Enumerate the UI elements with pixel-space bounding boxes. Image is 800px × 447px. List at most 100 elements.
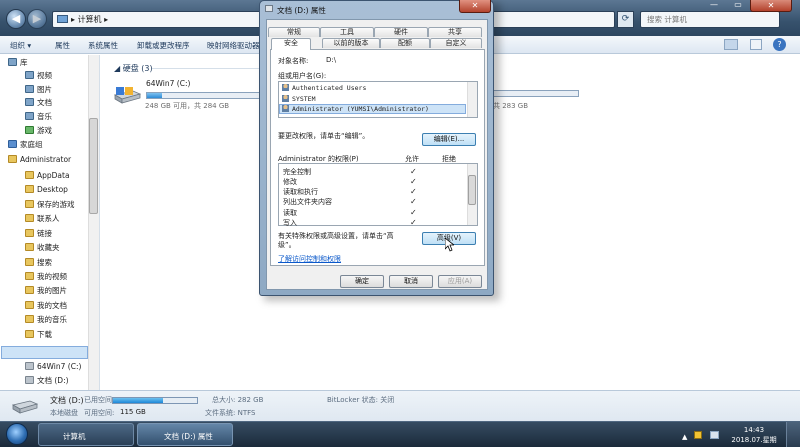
drive-d-icon <box>12 400 38 414</box>
uninstall-program-button[interactable]: 卸载或更改程序 <box>137 40 190 51</box>
nav-item[interactable]: 音乐 <box>25 111 52 123</box>
tab-security[interactable]: 安全 <box>271 38 311 50</box>
users-scrollbar[interactable] <box>467 82 477 117</box>
nav-item[interactable]: Administrator <box>8 154 71 166</box>
nav-item[interactable]: Desktop <box>25 184 68 196</box>
status-type: 本地磁盘 <box>50 409 78 417</box>
nav-item-label: 库 <box>20 58 28 67</box>
drive-c-name[interactable]: 64Win7 (C:) <box>146 79 190 88</box>
tab-tools[interactable]: 工具 <box>320 27 374 37</box>
nav-item[interactable]: 我的视频 <box>25 271 67 283</box>
nav-item[interactable]: AppData <box>25 170 70 182</box>
status-filesystem: 文件系统: NTFS <box>205 409 256 417</box>
folder-icon <box>25 185 34 193</box>
library-icon <box>8 58 17 66</box>
nav-item[interactable]: 家庭组 <box>8 139 43 151</box>
dialog-title: 文档 (D:) 属性 <box>277 6 326 15</box>
address-sep-2: ▸ <box>104 15 109 24</box>
edit-button[interactable]: 编辑(E)... <box>422 133 476 146</box>
maximize-button[interactable]: ▭ <box>726 0 750 10</box>
nav-item[interactable]: 链接 <box>25 228 52 240</box>
tab-general[interactable]: 常规 <box>268 27 320 37</box>
back-button[interactable]: ◀ <box>6 9 26 29</box>
nav-item-label: 我的视频 <box>37 272 67 281</box>
drive-c-icon[interactable] <box>113 85 141 105</box>
nav-item[interactable]: 联系人 <box>25 213 60 225</box>
refresh-button[interactable]: ⟳ <box>617 11 634 28</box>
collapse-icon[interactable]: ◢ <box>114 64 123 73</box>
nav-scrollbar-thumb[interactable] <box>89 118 98 214</box>
tab-customize[interactable]: 自定义 <box>430 38 482 48</box>
tab-sharing[interactable]: 共享 <box>428 27 482 37</box>
breadcrumb-computer[interactable]: 计算机 <box>78 15 102 24</box>
organize-button[interactable]: 组织 ▾ <box>10 40 31 51</box>
forward-button[interactable]: ▶ <box>27 9 47 29</box>
nav-item-label: 图片 <box>37 85 52 94</box>
music-library-icon <box>25 112 34 120</box>
nav-item-label: 我的音乐 <box>37 315 67 324</box>
permission-name: 完全控制 <box>283 168 311 176</box>
help-icon[interactable]: ? <box>773 38 786 51</box>
allow-check-icon: ✓ <box>410 197 417 206</box>
permissions-scrollbar-thumb[interactable] <box>468 175 476 205</box>
permission-name: 修改 <box>283 178 297 186</box>
nav-item[interactable]: 文档 (D:) <box>25 375 69 387</box>
group-header-hard-drives[interactable]: ◢ 硬盘 (3) <box>114 63 153 74</box>
apply-button[interactable]: 应用(A) <box>438 275 482 288</box>
nav-item[interactable]: 文档 <box>25 97 52 109</box>
clock[interactable]: 14:43 2018.07.星期五 <box>728 425 780 447</box>
nav-item[interactable]: 保存的游戏 <box>25 199 75 211</box>
allow-check-icon: ✓ <box>410 167 417 176</box>
volume-icon[interactable] <box>710 431 719 439</box>
user-item-system[interactable]: SYSTEM <box>282 95 315 103</box>
folder-icon <box>25 214 34 222</box>
nav-item[interactable]: 64Win7 (C:) <box>25 361 81 373</box>
show-desktop-button[interactable] <box>786 422 800 447</box>
details-pane <box>0 390 800 421</box>
search-input[interactable]: 搜索 计算机 <box>640 11 780 28</box>
tab-previous-versions[interactable]: 以前的版本 <box>322 38 380 48</box>
taskbar-item-properties[interactable]: 文档 (D:) 属性 <box>137 423 233 446</box>
status-bitlocker: BitLocker 状态: 关闭 <box>327 396 395 404</box>
nav-item[interactable]: 我的音乐 <box>25 314 67 326</box>
map-network-drive-button[interactable]: 映射网络驱动器 <box>207 40 260 51</box>
nav-item[interactable]: 视频 <box>25 70 52 82</box>
tray-expand-icon[interactable]: ▲ <box>682 433 687 441</box>
nav-item[interactable]: 图片 <box>25 84 52 96</box>
permission-name: 读取 <box>283 209 297 217</box>
change-view-button[interactable] <box>724 39 738 50</box>
close-button[interactable]: ✕ <box>750 0 792 12</box>
start-button[interactable] <box>6 423 28 445</box>
system-properties-button[interactable]: 系统属性 <box>88 40 118 51</box>
ok-button[interactable]: 确定 <box>340 275 384 288</box>
nav-item[interactable]: 下载 <box>25 329 52 341</box>
nav-item[interactable]: 我的图片 <box>25 285 67 297</box>
video-library-icon <box>25 71 34 79</box>
preview-pane-button[interactable] <box>750 39 762 50</box>
permission-name: 列出文件夹内容 <box>283 198 332 206</box>
nav-item[interactable]: 游戏 <box>25 125 52 137</box>
folder-icon <box>25 315 34 323</box>
cancel-button[interactable]: 取消 <box>389 275 433 288</box>
nav-item[interactable]: 搜索 <box>25 257 52 269</box>
taskbar-item-label: 计算机 <box>63 432 86 441</box>
nav-selection-highlight <box>1 346 88 359</box>
folder-icon <box>25 330 34 338</box>
tab-quota[interactable]: 配额 <box>380 38 430 48</box>
nav-item[interactable]: 库 <box>8 57 28 69</box>
action-center-icon[interactable] <box>694 431 702 439</box>
minimize-button[interactable]: — <box>702 0 726 10</box>
folder-icon <box>25 200 34 208</box>
user-item-authenticated[interactable]: Authenticated Users <box>282 84 366 92</box>
nav-item-label: 文档 (D:) <box>37 376 69 385</box>
access-control-link[interactable]: 了解访问控制和权限 <box>278 254 341 264</box>
dialog-close-button[interactable]: ✕ <box>459 0 491 13</box>
nav-item-label: Administrator <box>20 155 72 164</box>
properties-button[interactable]: 属性 <box>55 40 70 51</box>
nav-scrollbar[interactable] <box>88 55 99 390</box>
tab-hardware[interactable]: 硬件 <box>374 27 428 37</box>
nav-item[interactable]: 收藏夹 <box>25 242 60 254</box>
taskbar-item-computer[interactable]: 计算机 <box>38 423 134 446</box>
nav-item[interactable]: 我的文档 <box>25 300 67 312</box>
user-item-administrator[interactable]: Administrator (YUMSI\Administrator) <box>282 105 429 113</box>
